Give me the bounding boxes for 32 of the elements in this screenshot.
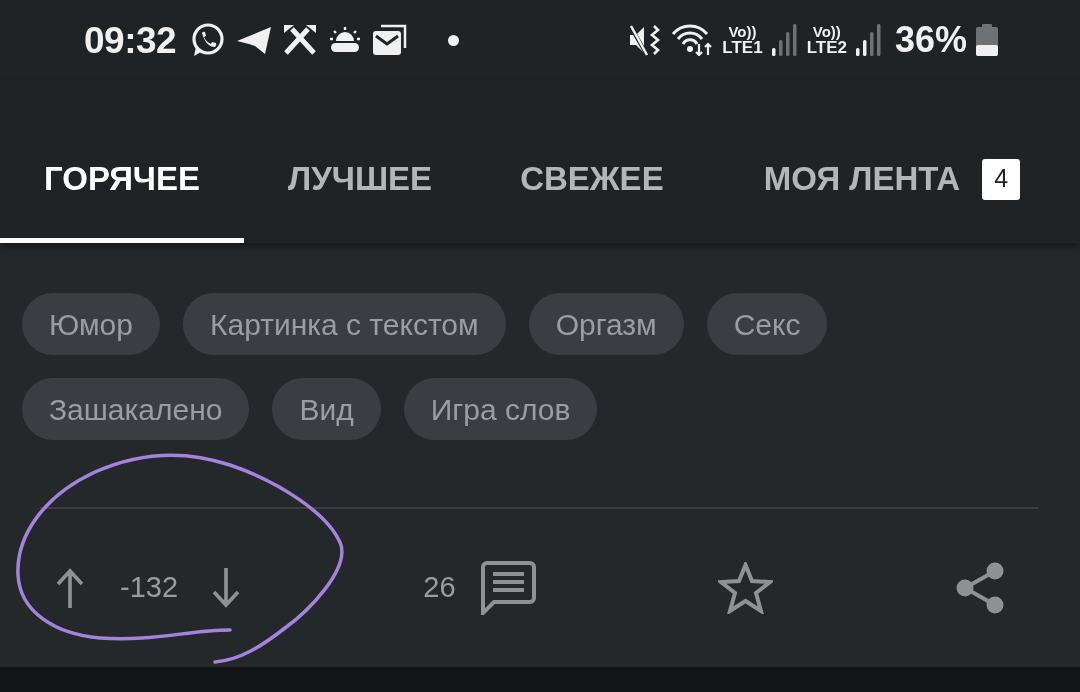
arrow-up-icon[interactable] [55, 567, 85, 608]
wifi-arrows-icon [671, 24, 714, 56]
tag-chip[interactable]: Оргазм [528, 293, 684, 355]
arrow-down-icon[interactable] [211, 567, 242, 608]
battery-icon [976, 24, 998, 56]
comment-count: 26 [423, 569, 456, 605]
status-time: 09:32 [84, 21, 177, 59]
tag-chip[interactable]: Секс [706, 293, 828, 355]
tag-chip[interactable]: Вид [272, 378, 381, 440]
paper-plane-icon [236, 24, 273, 56]
network-label: LTE1 [722, 39, 763, 56]
network-label: LTE2 [806, 39, 847, 56]
feed-tab[interactable]: ЛУЧШЕЕ [244, 120, 477, 243]
star-icon[interactable] [717, 561, 773, 614]
sun-cloud-icon [328, 25, 363, 55]
comment-icon[interactable] [480, 560, 536, 615]
tag-chip[interactable]: Картинка с текстом [182, 293, 506, 355]
signal-bars-icon [771, 24, 798, 56]
feed-tab[interactable]: СВЕЖЕЕ [476, 120, 708, 243]
count-badge: 4 [982, 158, 1021, 200]
feed-tab[interactable]: МОЯ ЛЕНТА 4 [707, 120, 1061, 243]
tag-chip[interactable]: Игра слов [403, 378, 598, 440]
dot-icon [448, 34, 460, 46]
mail-stack-icon [372, 24, 409, 56]
crossed-tools-icon [282, 23, 319, 57]
battery-percent: 36% [894, 22, 967, 58]
rating-score: -132 [120, 569, 179, 605]
tag-chip[interactable]: Юмор [22, 293, 160, 355]
share-icon[interactable] [954, 561, 1005, 614]
tag-chip[interactable]: Зашакалено [22, 378, 250, 440]
signal-bars-icon [855, 24, 882, 56]
chat-bubble-phone-icon [190, 22, 227, 58]
